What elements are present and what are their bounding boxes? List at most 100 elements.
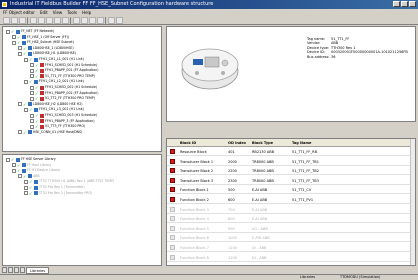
download-icon[interactable] bbox=[108, 17, 115, 24]
expand-toggle-icon[interactable] bbox=[18, 130, 22, 135]
tab-prev-button[interactable] bbox=[8, 267, 13, 273]
expand-toggle-icon[interactable] bbox=[18, 51, 22, 56]
table-row[interactable]: Transducer Block 1 2000 TR8000 ABB 51_TT1_F… bbox=[167, 158, 415, 166]
delete-icon[interactable] bbox=[62, 17, 69, 24]
expand-toggle-icon[interactable] bbox=[30, 85, 34, 90]
tab-first-button[interactable] bbox=[2, 267, 7, 273]
tree-item[interactable]: ✓ FF_HSE_Subnet (HSE Subnet) bbox=[12, 40, 74, 45]
expand-toggle-icon[interactable] bbox=[30, 124, 34, 129]
expand-toggle-icon[interactable] bbox=[6, 29, 10, 34]
expand-toggle-icon[interactable] bbox=[12, 40, 16, 45]
cut-icon[interactable] bbox=[38, 17, 45, 24]
check-icon: ✓ bbox=[35, 124, 39, 130]
table-row[interactable]: Function Block 4 800 E-AI ABB bbox=[167, 215, 415, 224]
menu-help[interactable]: Help bbox=[82, 9, 91, 16]
expand-toggle-icon[interactable] bbox=[18, 174, 22, 179]
tab-last-button[interactable] bbox=[20, 267, 25, 273]
tree-item[interactable]: ✓ FFH1_PBAPP_001 (FF Application) bbox=[30, 68, 99, 73]
expand-toggle-icon[interactable] bbox=[18, 46, 22, 51]
upload-icon[interactable] bbox=[116, 17, 123, 24]
menu-edit[interactable]: Edit bbox=[40, 9, 48, 16]
library-tree-pane[interactable]: ✓ FF HSE Server Library ✓ FF Host Library ✓ F… bbox=[2, 154, 162, 266]
tree-item[interactable]: ✓ FFH1_CH1_L3_001 (H1 Link) bbox=[24, 107, 84, 112]
expand-toggle-icon[interactable] bbox=[18, 102, 22, 107]
tree-item-label: 51_TT3_FF (TTH300 PRO) bbox=[45, 124, 86, 129]
hardware-tree-pane[interactable]: ✓ FF_NET (FF Network) ✓ FF_HSE_1 (Off Serve… bbox=[2, 26, 162, 152]
expand-toggle-icon[interactable] bbox=[30, 91, 34, 96]
table-vertical-scrollbar[interactable] bbox=[410, 139, 415, 265]
expand-toggle-icon[interactable] bbox=[30, 119, 34, 124]
menu-ff-object-editor[interactable]: FF Object editor bbox=[3, 9, 35, 16]
tree-item[interactable]: ✓ LD800HSE_H2 (LD800 HSE H2) bbox=[18, 102, 82, 107]
expand-toggle-icon[interactable] bbox=[24, 107, 28, 112]
help-icon[interactable] bbox=[97, 17, 104, 24]
expand-toggle-icon[interactable] bbox=[24, 191, 28, 196]
expand-toggle-icon[interactable] bbox=[12, 35, 16, 40]
expand-toggle-icon[interactable] bbox=[30, 113, 34, 118]
table-row[interactable]: Function Block 8 1200 DI - ABB bbox=[167, 254, 415, 262]
tree-item[interactable]: ✓ TT52 Pro Rev 2 (Transmitter PRO) bbox=[24, 191, 92, 196]
tab-next-button[interactable] bbox=[14, 267, 19, 273]
tree-item[interactable]: ✓ FFH1_SCHED_002 (H1 Schedule) bbox=[30, 85, 97, 90]
tree-item[interactable]: ✓ LD800HSE_H1 (LD800HSE) bbox=[18, 51, 76, 56]
zoom-icon[interactable] bbox=[81, 17, 88, 24]
table-row[interactable]: Function Block 2 600 E-AI ABB 51_TT1_PV1 bbox=[167, 196, 415, 204]
tree-item[interactable]: ✓ FFH1_CH1_L1_001 (H1 Link) bbox=[24, 57, 84, 62]
properties-icon[interactable] bbox=[89, 17, 96, 24]
save-icon[interactable] bbox=[19, 17, 26, 24]
expand-toggle-icon[interactable] bbox=[24, 185, 28, 190]
copy-icon[interactable] bbox=[46, 17, 53, 24]
column-header-tag-name[interactable]: Tag Name bbox=[289, 139, 415, 146]
column-header-od-index[interactable]: OD Index bbox=[225, 139, 249, 146]
tree-item[interactable]: ✓ FFH1_PBAPP_002 (FF Application) bbox=[30, 91, 99, 96]
table-row[interactable]: Function Block 3 700 E-AI ABB bbox=[167, 206, 415, 214]
table-row[interactable]: Function Block 6 1000 E-PID ABB bbox=[167, 234, 415, 243]
column-header-block-id[interactable]: Block ID bbox=[177, 139, 225, 146]
paste-icon[interactable] bbox=[54, 17, 61, 24]
tree-item[interactable]: ✓ LD800HSE_1 (LD800HSE) bbox=[18, 46, 74, 51]
tree-item[interactable]: ✓ FFH1_SCHED_003 (H1 Schedule) bbox=[30, 113, 97, 118]
tree-item[interactable]: ✓ FF_NET (FF Network) bbox=[6, 29, 54, 34]
tree-item[interactable]: ✓ FFH1_CH1_L2_001 (H1 Link) bbox=[24, 79, 84, 84]
menu-tools[interactable]: Tools bbox=[67, 9, 77, 16]
print-icon[interactable] bbox=[30, 17, 37, 24]
minimize-button[interactable] bbox=[393, 1, 400, 7]
expand-toggle-icon[interactable] bbox=[30, 96, 34, 101]
maximize-button[interactable] bbox=[401, 1, 408, 7]
expand-toggle-icon[interactable] bbox=[6, 157, 10, 162]
table-row[interactable]: Function Block 1 500 E-AI ABB 51_TT1_CV bbox=[167, 186, 415, 195]
menu-view[interactable]: View bbox=[53, 9, 63, 16]
expand-toggle-icon[interactable] bbox=[24, 79, 28, 84]
tree-item[interactable]: ✓ FF_HSE_1 (Off Server (FF)) bbox=[12, 35, 69, 40]
open-icon[interactable] bbox=[11, 17, 18, 24]
tree-item[interactable]: ✓ FF HSE Server Library bbox=[6, 157, 56, 162]
table-row[interactable]: Resource Block 401 RB2130 ABB 51_TT1_FF_RB bbox=[167, 148, 415, 156]
table-row[interactable]: Transducer Block 3 2300 TR8000 ABB 51_TT1_F… bbox=[167, 177, 415, 185]
close-button[interactable] bbox=[409, 1, 416, 7]
expand-toggle-icon[interactable] bbox=[12, 168, 16, 173]
tree-item[interactable]: ✓ FF Host Library bbox=[12, 163, 51, 168]
table-row[interactable]: Function Block 5 900 AO - ABB bbox=[167, 225, 415, 233]
tree-item[interactable]: ✓ TT52 TTH300 H1 (ABB) Rev 1 (ABB TT52 TE… bbox=[24, 179, 114, 184]
expand-toggle-icon[interactable] bbox=[24, 179, 28, 184]
table-row[interactable]: Transducer Block 2 2200 TR8000 ABB 51_TT1_F… bbox=[167, 167, 415, 176]
expand-toggle-icon[interactable] bbox=[24, 57, 28, 62]
tree-item[interactable]: ✓ 51_TT2_FF (TTH300 PRO TEMP) bbox=[30, 96, 95, 101]
expand-toggle-icon[interactable] bbox=[12, 163, 16, 168]
tree-item[interactable]: ✓ FFH1_SCHED_001 (H1 Schedule) bbox=[30, 63, 97, 68]
column-header-block-type[interactable]: Block Type bbox=[249, 139, 289, 146]
tree-item[interactable]: ✓ 51_TT1_FF (TTH300 PRO TEMP) bbox=[30, 74, 95, 79]
table-row[interactable]: Function Block 7 1100 DI - ABB bbox=[167, 244, 415, 252]
tree-item[interactable]: ✓ HSE_CONN_01 (HSE Host/DNS) bbox=[18, 130, 82, 135]
tree-item[interactable]: ✓ FFH1_PBAPP_3 (FF Application) bbox=[30, 119, 94, 124]
find-icon[interactable] bbox=[73, 17, 80, 24]
tree-item[interactable]: ✓ FF H1 Device Library bbox=[12, 168, 60, 173]
tree-item[interactable]: ✓ 51_TT3_FF (TTH300 PRO) bbox=[30, 124, 85, 129]
expand-toggle-icon[interactable] bbox=[30, 68, 34, 73]
expand-toggle-icon[interactable] bbox=[30, 63, 34, 68]
new-icon[interactable] bbox=[3, 17, 10, 24]
tree-item[interactable]: ✓ TT52 Pro Rev 1 (Transmitter) bbox=[24, 185, 85, 190]
tab-libraries[interactable]: Libraries bbox=[26, 266, 50, 274]
tree-item[interactable]: ✓ ABB bbox=[18, 174, 40, 179]
expand-toggle-icon[interactable] bbox=[30, 74, 34, 79]
